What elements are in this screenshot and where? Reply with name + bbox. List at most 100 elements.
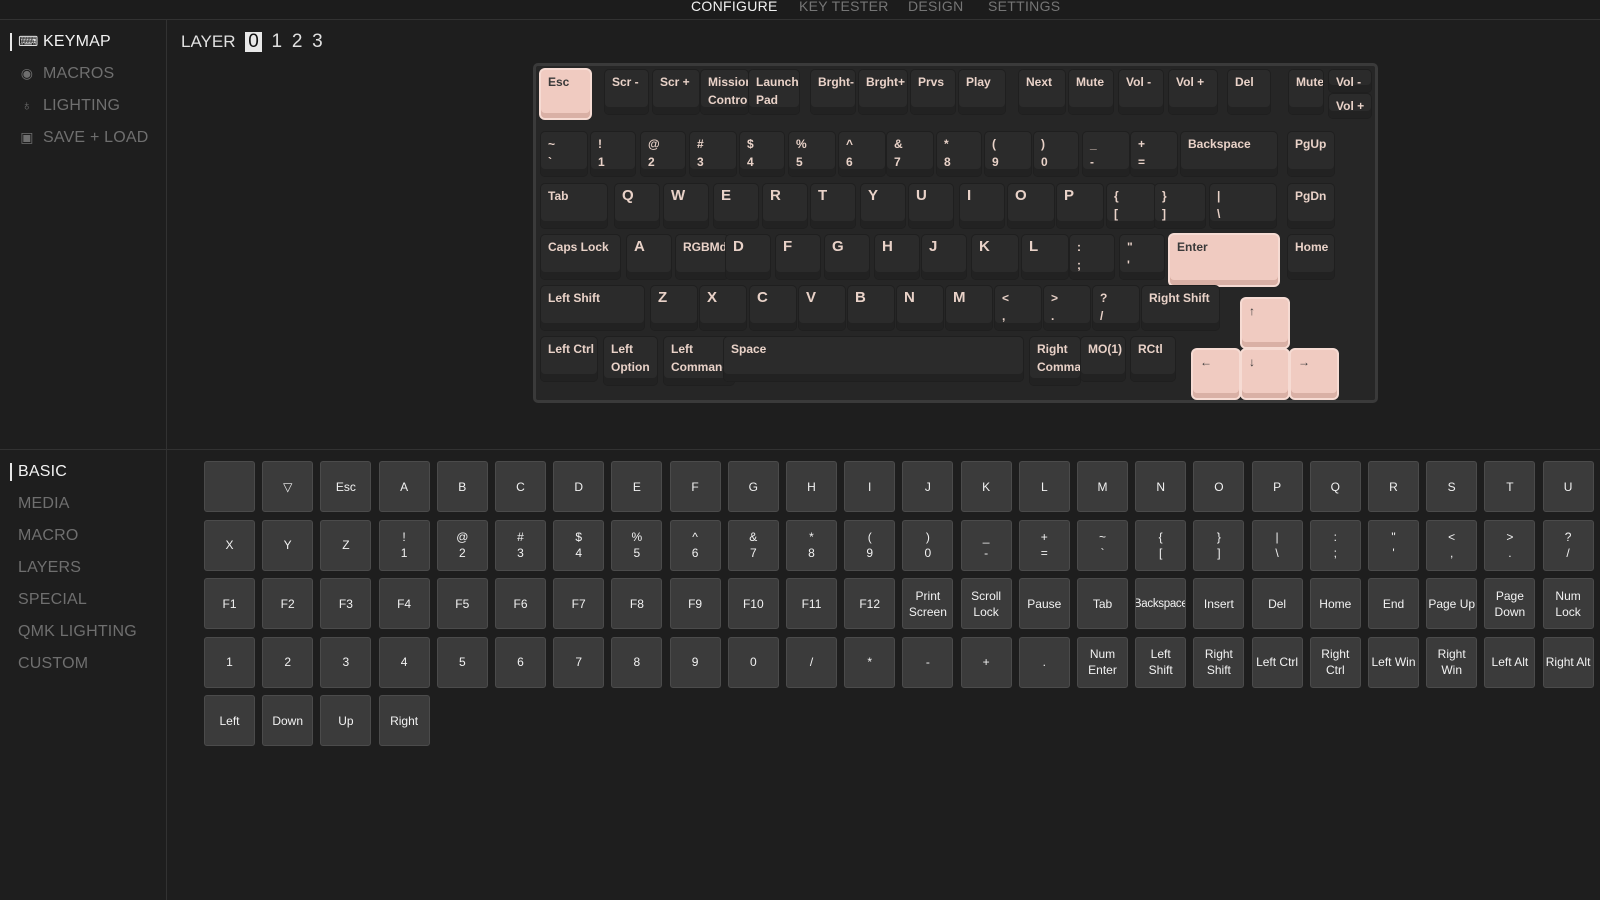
keycode-button[interactable]: 9	[669, 636, 721, 688]
tab-design[interactable]: DESIGN	[908, 0, 963, 19]
category-media[interactable]: MEDIA	[18, 495, 70, 513]
keymap-key[interactable]: :;	[1070, 235, 1114, 279]
keymap-key[interactable]: Vol +	[1329, 94, 1371, 118]
keymap-key[interactable]: E	[714, 184, 758, 228]
keymap-key[interactable]: A	[627, 235, 671, 279]
keymap-key[interactable]: ) 0	[1034, 132, 1078, 176]
category-macro[interactable]: MACRO	[18, 527, 79, 545]
keymap-key[interactable]: →	[1291, 350, 1337, 398]
keymap-key[interactable]: V	[799, 286, 845, 330]
keymap-key[interactable]: I	[960, 184, 1004, 228]
keymap-key[interactable]: {[	[1107, 184, 1155, 228]
keycode-button[interactable]: 7	[553, 636, 605, 688]
keymap-key[interactable]: MO(1)	[1081, 337, 1125, 381]
keycode-button[interactable]: : ;	[1309, 519, 1361, 571]
keycode-button[interactable]: Num Lock	[1542, 578, 1594, 629]
keycode-button[interactable]: M	[1077, 461, 1128, 512]
keycode-button[interactable]: & 7	[727, 519, 779, 571]
keycode-button[interactable]: Left Alt	[1484, 636, 1536, 688]
keycode-button[interactable]: +	[960, 636, 1012, 688]
keycode-button[interactable]: Right	[378, 695, 430, 746]
keymap-key[interactable]: Home	[1288, 235, 1334, 279]
keymap-key[interactable]: RCtl	[1131, 337, 1175, 381]
keycode-button[interactable]: " '	[1368, 519, 1419, 571]
keycode-button[interactable]: B	[436, 461, 488, 512]
keymap-key[interactable]: Enter	[1170, 235, 1278, 285]
keycode-button[interactable]: Up	[320, 695, 372, 746]
keymap-key[interactable]: Z	[651, 286, 697, 330]
keycode-button[interactable]: C	[495, 461, 546, 512]
keymap-key[interactable]: Esc	[541, 70, 590, 118]
keycode-button[interactable]: @ 2	[436, 519, 488, 571]
keymap-key[interactable]: Prvs	[911, 70, 955, 114]
keycode-button[interactable]: H	[786, 461, 837, 512]
keycode-button[interactable]: Z	[320, 519, 372, 571]
tab-configure[interactable]: CONFIGURE	[691, 0, 778, 19]
keycode-button[interactable]: X	[204, 519, 255, 571]
keycode-button[interactable]: I	[844, 461, 896, 512]
keycode-button[interactable]: Left Win	[1368, 636, 1419, 688]
keymap-key[interactable]: Vol +	[1169, 70, 1217, 114]
keycode-button[interactable]: O	[1193, 461, 1245, 512]
category-qmk-lighting[interactable]: QMK LIGHTING	[18, 623, 137, 641]
keymap-key[interactable]: M	[946, 286, 992, 330]
category-special[interactable]: SPECIAL	[18, 591, 87, 609]
keycode-button[interactable]: Tab	[1077, 578, 1128, 629]
tab-key-tester[interactable]: KEY TESTER	[799, 0, 889, 19]
keymap-key[interactable]: }]	[1155, 184, 1205, 228]
keymap-key[interactable]: <,	[995, 286, 1041, 330]
keycode-button[interactable]: Del	[1251, 578, 1303, 629]
layer-option-2[interactable]: 2	[292, 31, 303, 53]
keymap-key[interactable]: Tab	[541, 184, 607, 228]
keymap-key[interactable]: Right Comma	[1030, 337, 1080, 385]
keymap-key[interactable]: Brght+	[859, 70, 907, 114]
keymap-key[interactable]: RGBMdl	[676, 235, 728, 279]
sidebar-item-keymap[interactable]: ⌨ KEYMAP	[18, 33, 111, 51]
category-layers[interactable]: LAYERS	[18, 559, 81, 577]
keycode-button[interactable]: Home	[1309, 578, 1361, 629]
keycode-button[interactable]: 2	[262, 636, 314, 688]
keymap-key[interactable]: Brght-	[811, 70, 855, 114]
keycode-button[interactable]: { [	[1135, 519, 1187, 571]
keymap-key[interactable]: C	[750, 286, 796, 330]
keycode-button[interactable]: $ 4	[553, 519, 605, 571]
keycode-button[interactable]: Left Shift	[1135, 636, 1187, 688]
keymap-key[interactable]: Y	[861, 184, 905, 228]
keycode-button[interactable]: < ,	[1426, 519, 1478, 571]
keycode-button[interactable]: ( 9	[844, 519, 896, 571]
keymap-key[interactable]: D	[726, 235, 770, 279]
keymap-key[interactable]: Vol -	[1119, 70, 1163, 114]
keymap-key[interactable]: ? /	[1093, 286, 1139, 330]
sidebar-item-lighting[interactable]: ♁ LIGHTING	[18, 97, 120, 115]
keycode-button[interactable]: ▽	[262, 461, 314, 512]
keycode-button[interactable]: F6	[495, 578, 546, 629]
category-custom[interactable]: CUSTOM	[18, 655, 88, 673]
keymap-key[interactable]: Left Ctrl	[541, 337, 597, 381]
keycode-button[interactable]: 6	[495, 636, 546, 688]
layer-option-1[interactable]: 1	[272, 31, 283, 53]
keymap-key[interactable]: >.	[1044, 286, 1090, 330]
keymap-key[interactable]: Q	[615, 184, 659, 228]
keycode-button[interactable]: F	[669, 461, 721, 512]
keycode-button[interactable]: .	[1018, 636, 1070, 688]
keymap-key[interactable]: Space	[724, 337, 1023, 381]
keycode-button[interactable]: G	[727, 461, 779, 512]
keycode-button[interactable]: S	[1426, 461, 1478, 512]
keycode-button[interactable]: K	[960, 461, 1012, 512]
keycode-button[interactable]: } ]	[1193, 519, 1245, 571]
keycode-button[interactable]: Q	[1309, 461, 1361, 512]
keymap-key[interactable]: Left Shift	[541, 286, 644, 330]
keymap-key[interactable]: ^ 6	[839, 132, 885, 176]
keymap-key[interactable]: Mute	[1289, 70, 1323, 114]
keycode-button[interactable]: U	[1542, 461, 1594, 512]
keycode-button[interactable]: A	[378, 461, 430, 512]
keymap-key[interactable]: Mission Control	[701, 70, 748, 114]
keycode-button[interactable]: T	[1484, 461, 1536, 512]
keycode-button[interactable]: /	[786, 636, 837, 688]
keycode-button[interactable]: F4	[378, 578, 430, 629]
keymap-key[interactable]: | \	[1210, 184, 1276, 228]
keymap-key[interactable]: * 8	[937, 132, 981, 176]
keycode-button[interactable]: Right Shift	[1193, 636, 1245, 688]
keycode-button[interactable]	[204, 461, 255, 512]
keycode-button[interactable]: Print Screen	[902, 578, 954, 629]
